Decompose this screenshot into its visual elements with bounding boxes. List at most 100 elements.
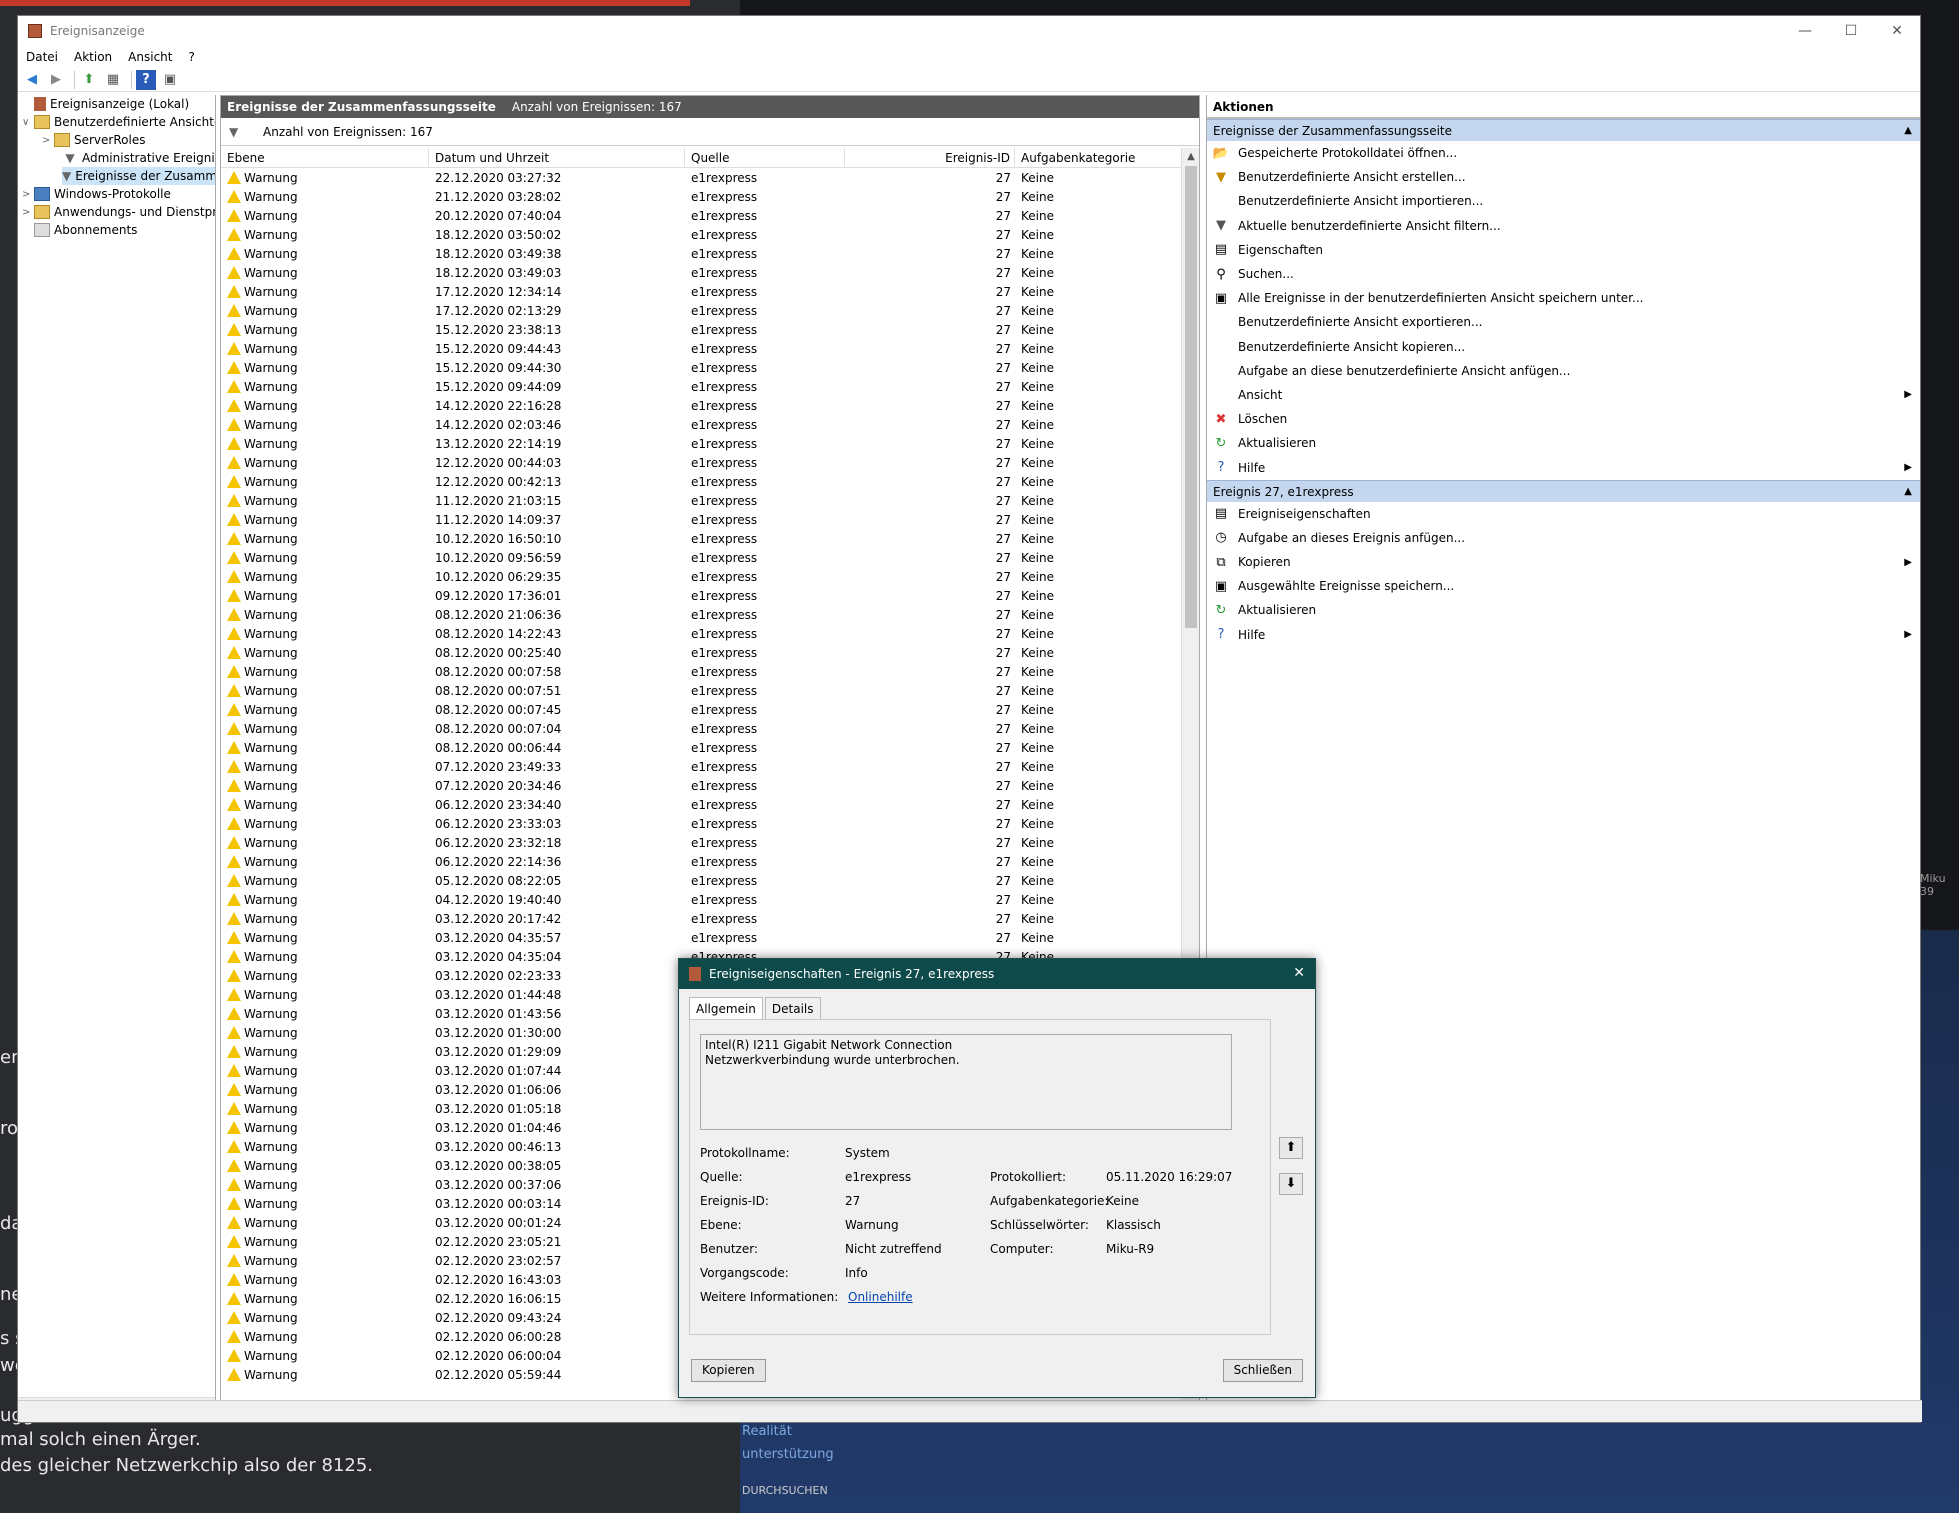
table-row[interactable]: Warnung 21.12.2020 03:28:02 e1rexpress 27 Ke… bbox=[221, 188, 1179, 207]
table-row[interactable]: Warnung 04.12.2020 19:40:40 e1rexpress 27 Ke… bbox=[221, 891, 1179, 910]
table-row[interactable]: Warnung 08.12.2020 00:06:44 e1rexpress 27 Ke… bbox=[221, 739, 1179, 758]
background-link[interactable]: Realität bbox=[742, 1424, 792, 1439]
column-header-level[interactable]: Ebene bbox=[221, 148, 429, 168]
next-event-icon[interactable]: ⬇ bbox=[1279, 1173, 1303, 1195]
table-row[interactable]: Warnung 15.12.2020 09:44:43 e1rexpress 27 Ke… bbox=[221, 340, 1179, 359]
table-row[interactable]: Warnung 15.12.2020 09:44:30 e1rexpress 27 Ke… bbox=[221, 359, 1179, 378]
action-item[interactable]: ◷ Aufgabe an dieses Ereignis anfügen... bbox=[1207, 526, 1920, 550]
table-row[interactable]: Warnung 07.12.2020 20:34:46 e1rexpress 27 Ke… bbox=[221, 777, 1179, 796]
table-row[interactable]: Warnung 03.12.2020 20:17:42 e1rexpress 27 Ke… bbox=[221, 910, 1179, 929]
background-link[interactable]: unterstützung bbox=[742, 1447, 834, 1462]
column-header-task-category[interactable]: Aufgabenkategorie bbox=[1015, 148, 1181, 168]
table-row[interactable]: Warnung 11.12.2020 14:09:37 e1rexpress 27 Ke… bbox=[221, 511, 1179, 530]
action-item[interactable]: Aufgabe an diese benutzerdefinierte Ansi… bbox=[1207, 359, 1920, 383]
expand-chevron-icon[interactable]: > bbox=[42, 135, 54, 146]
table-row[interactable]: Warnung 08.12.2020 21:06:36 e1rexpress 27 Ke… bbox=[221, 606, 1179, 625]
action-item[interactable]: ▤ Eigenschaften bbox=[1207, 238, 1920, 262]
actions-section-summary[interactable]: Ereignisse der Zusammenfassungsseite ▲ bbox=[1207, 119, 1920, 141]
tree-item-administrative-events[interactable]: ▼ Administrative Ereignisse bbox=[62, 149, 215, 167]
table-row[interactable]: Warnung 06.12.2020 23:34:40 e1rexpress 27 Ke… bbox=[221, 796, 1179, 815]
table-row[interactable]: Warnung 10.12.2020 06:29:35 e1rexpress 27 Ke… bbox=[221, 568, 1179, 587]
table-row[interactable]: Warnung 08.12.2020 00:25:40 e1rexpress 27 Ke… bbox=[221, 644, 1179, 663]
action-item[interactable]: ? Hilfe ▶ bbox=[1207, 455, 1920, 479]
table-row[interactable]: Warnung 03.12.2020 04:35:57 e1rexpress 27 Ke… bbox=[221, 929, 1179, 948]
table-row[interactable]: Warnung 15.12.2020 23:38:13 e1rexpress 27 Ke… bbox=[221, 321, 1179, 340]
table-row[interactable]: Warnung 05.12.2020 08:22:05 e1rexpress 27 Ke… bbox=[221, 872, 1179, 891]
table-row[interactable]: Warnung 06.12.2020 23:33:03 e1rexpress 27 Ke… bbox=[221, 815, 1179, 834]
table-row[interactable]: Warnung 08.12.2020 00:07:51 e1rexpress 27 Ke… bbox=[221, 682, 1179, 701]
action-item[interactable]: ⧉ Kopieren ▶ bbox=[1207, 550, 1920, 574]
expand-chevron-icon[interactable]: > bbox=[22, 189, 34, 200]
column-header-source[interactable]: Quelle bbox=[685, 148, 845, 168]
action-item[interactable]: Benutzerdefinierte Ansicht exportieren..… bbox=[1207, 310, 1920, 334]
table-row[interactable]: Warnung 17.12.2020 02:13:29 e1rexpress 27 Ke… bbox=[221, 302, 1179, 321]
expand-chevron-icon[interactable]: > bbox=[22, 207, 34, 218]
up-folder-icon[interactable]: ⬆ bbox=[79, 70, 99, 90]
collapse-chevron-icon[interactable]: ∨ bbox=[22, 117, 34, 128]
show-hide-tree-icon[interactable]: ▦ bbox=[103, 70, 123, 90]
action-item[interactable]: ⚲ Suchen... bbox=[1207, 262, 1920, 286]
actions-section-event[interactable]: Ereignis 27, e1rexpress ▲ bbox=[1207, 479, 1920, 503]
table-row[interactable]: Warnung 15.12.2020 09:44:09 e1rexpress 27 Ke… bbox=[221, 378, 1179, 397]
tree-item-custom-views[interactable]: ∨ Benutzerdefinierte Ansichten bbox=[22, 113, 215, 131]
help-icon[interactable]: ? bbox=[136, 69, 156, 90]
tab-details[interactable]: Details bbox=[764, 997, 821, 1019]
copy-button[interactable]: Kopieren bbox=[691, 1359, 766, 1382]
table-row[interactable]: Warnung 08.12.2020 00:07:58 e1rexpress 27 Ke… bbox=[221, 663, 1179, 682]
menu-ansicht[interactable]: Ansicht bbox=[128, 50, 172, 64]
menu-datei[interactable]: Datei bbox=[26, 50, 58, 64]
action-item[interactable]: Ansicht ▶ bbox=[1207, 383, 1920, 407]
tree-item-serverroles[interactable]: > ServerRoles bbox=[42, 131, 145, 149]
scrollbar-thumb[interactable] bbox=[1185, 166, 1197, 628]
table-row[interactable]: Warnung 18.12.2020 03:49:03 e1rexpress 27 Ke… bbox=[221, 264, 1179, 283]
table-row[interactable]: Warnung 10.12.2020 16:50:10 e1rexpress 27 Ke… bbox=[221, 530, 1179, 549]
action-item[interactable]: ↻ Aktualisieren bbox=[1207, 431, 1920, 455]
action-item[interactable]: ▼ Benutzerdefinierte Ansicht erstellen... bbox=[1207, 165, 1920, 189]
action-item[interactable]: ▤ Ereigniseigenschaften bbox=[1207, 502, 1920, 526]
table-row[interactable]: Warnung 06.12.2020 23:32:18 e1rexpress 27 Ke… bbox=[221, 834, 1179, 853]
maximize-icon[interactable]: ☐ bbox=[1828, 16, 1874, 46]
collapse-up-icon[interactable]: ▲ bbox=[1904, 120, 1912, 142]
column-header-datetime[interactable]: Datum und Uhrzeit bbox=[429, 148, 685, 168]
table-row[interactable]: Warnung 06.12.2020 22:14:36 e1rexpress 27 Ke… bbox=[221, 853, 1179, 872]
table-row[interactable]: Warnung 18.12.2020 03:49:38 e1rexpress 27 Ke… bbox=[221, 245, 1179, 264]
close-button[interactable]: Schließen bbox=[1222, 1359, 1303, 1382]
table-row[interactable]: Warnung 11.12.2020 21:03:15 e1rexpress 27 Ke… bbox=[221, 492, 1179, 511]
minimize-icon[interactable]: — bbox=[1782, 16, 1828, 46]
tree-item-windows-logs[interactable]: > Windows-Protokolle bbox=[22, 185, 171, 203]
table-row[interactable]: Warnung 18.12.2020 03:50:02 e1rexpress 27 Ke… bbox=[221, 226, 1179, 245]
table-row[interactable]: Warnung 10.12.2020 09:56:59 e1rexpress 27 Ke… bbox=[221, 549, 1179, 568]
action-item[interactable]: ▣ Ausgewählte Ereignisse speichern... bbox=[1207, 574, 1920, 598]
previous-event-icon[interactable]: ⬆ bbox=[1279, 1137, 1303, 1159]
table-row[interactable]: Warnung 07.12.2020 23:49:33 e1rexpress 27 Ke… bbox=[221, 758, 1179, 777]
back-arrow-icon[interactable]: ◀ bbox=[22, 70, 42, 90]
table-row[interactable]: Warnung 14.12.2020 02:03:46 e1rexpress 27 Ke… bbox=[221, 416, 1179, 435]
menu-help[interactable]: ? bbox=[188, 50, 194, 64]
collapse-up-icon[interactable]: ▲ bbox=[1904, 481, 1912, 503]
table-row[interactable]: Warnung 13.12.2020 22:14:19 e1rexpress 27 Ke… bbox=[221, 435, 1179, 454]
table-row[interactable]: Warnung 08.12.2020 00:07:45 e1rexpress 27 Ke… bbox=[221, 701, 1179, 720]
tree-item-event-viewer-local[interactable]: Ereignisanzeige (Lokal) bbox=[22, 95, 189, 113]
tree-item-subscriptions[interactable]: Abonnements bbox=[22, 221, 137, 239]
table-row[interactable]: Warnung 09.12.2020 17:36:01 e1rexpress 27 Ke… bbox=[221, 587, 1179, 606]
close-icon[interactable]: ✕ bbox=[1293, 965, 1305, 981]
action-item[interactable]: Benutzerdefinierte Ansicht importieren..… bbox=[1207, 189, 1920, 213]
action-item[interactable]: ▼ Aktuelle benutzerdefinierte Ansicht fil… bbox=[1207, 214, 1920, 238]
table-row[interactable]: Warnung 12.12.2020 00:42:13 e1rexpress 27 Ke… bbox=[221, 473, 1179, 492]
close-icon[interactable]: ✕ bbox=[1874, 16, 1920, 46]
tab-allgemein[interactable]: Allgemein bbox=[689, 997, 763, 1019]
table-row[interactable]: Warnung 20.12.2020 07:40:04 e1rexpress 27 Ke… bbox=[221, 207, 1179, 226]
column-header-event-id[interactable]: Ereignis-ID bbox=[845, 148, 1015, 168]
table-row[interactable]: Warnung 12.12.2020 00:44:03 e1rexpress 27 Ke… bbox=[221, 454, 1179, 473]
tree-item-summary-page-events[interactable]: ▼ Ereignisse der Zusammenfassungsseite bbox=[62, 167, 215, 185]
action-item[interactable]: ? Hilfe ▶ bbox=[1207, 623, 1920, 647]
table-row[interactable]: Warnung 17.12.2020 12:34:14 e1rexpress 27 Ke… bbox=[221, 283, 1179, 302]
table-row[interactable]: Warnung 14.12.2020 22:16:28 e1rexpress 27 Ke… bbox=[221, 397, 1179, 416]
table-row[interactable]: Warnung 22.12.2020 03:27:32 e1rexpress 27 Ke… bbox=[221, 169, 1179, 188]
event-description[interactable]: Intel(R) I211 Gigabit Network Connection… bbox=[700, 1034, 1232, 1130]
action-item[interactable]: 📂 Gespeicherte Protokolldatei öffnen... bbox=[1207, 141, 1920, 165]
tree-item-app-service-logs[interactable]: > Anwendungs- und Dienstprotokolle bbox=[22, 203, 215, 221]
table-row[interactable]: Warnung 08.12.2020 14:22:43 e1rexpress 27 Ke… bbox=[221, 625, 1179, 644]
show-actions-icon[interactable]: ▣ bbox=[160, 70, 180, 90]
action-item[interactable]: ↻ Aktualisieren bbox=[1207, 598, 1920, 622]
